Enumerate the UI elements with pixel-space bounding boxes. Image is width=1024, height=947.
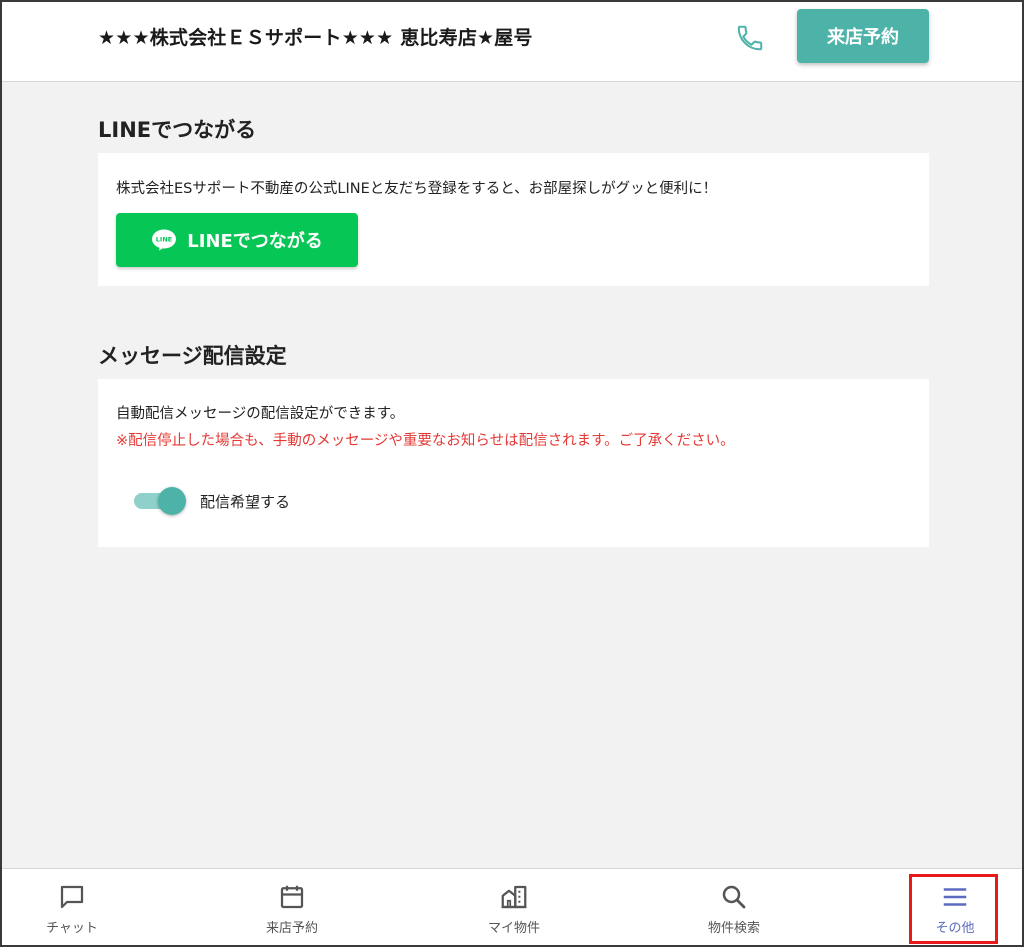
line-logo-icon: LINE xyxy=(151,229,177,251)
toggle-knob xyxy=(158,487,186,515)
chat-icon xyxy=(60,885,84,909)
message-section-title: メッセージ配信設定 xyxy=(98,344,287,368)
nav-item-other[interactable]: その他 xyxy=(895,869,1015,945)
toggle-label: 配信希望する xyxy=(200,493,291,511)
message-description: 自動配信メッセージの配信設定ができます。 xyxy=(116,406,405,422)
message-warning: ※配信停止した場合も、手動のメッセージや重要なお知らせは配信されます。ご了承くだ… xyxy=(116,433,735,449)
bottom-nav: チャット 来店予約 マイ物件 物件検索 その他 xyxy=(2,868,1022,945)
delivery-toggle[interactable] xyxy=(132,487,188,515)
line-card: 株式会社ESサポート不動産の公式LINEと友だち登録をすると、お部屋探しがグッと… xyxy=(98,153,929,286)
nav-label-reservation: 来店予約 xyxy=(265,921,318,936)
header-bar: ★★★株式会社ＥＳサポート★★★ 恵比寿店★屋号 来店予約 xyxy=(2,2,1022,82)
phone-icon xyxy=(737,25,763,51)
line-connect-label: LINEでつながる xyxy=(187,231,323,252)
nav-item-chat[interactable]: チャット xyxy=(12,869,132,945)
nav-item-my-property[interactable]: マイ物件 xyxy=(454,869,574,945)
visit-reservation-button[interactable]: 来店予約 xyxy=(797,9,929,63)
shop-name: ★★★株式会社ＥＳサポート★★★ 恵比寿店★屋号 xyxy=(98,27,533,49)
nav-label-my-property: マイ物件 xyxy=(487,921,540,936)
line-section-title: LINEでつながる xyxy=(98,118,257,142)
line-connect-button[interactable]: LINE LINEでつながる xyxy=(116,213,358,267)
svg-text:LINE: LINE xyxy=(156,236,172,244)
nav-label-search: 物件検索 xyxy=(707,921,760,936)
phone-button[interactable] xyxy=(732,20,768,56)
line-description: 株式会社ESサポート不動産の公式LINEと友だち登録をすると、お部屋探しがグッと… xyxy=(116,181,718,197)
building-icon xyxy=(501,885,527,909)
menu-icon xyxy=(943,888,967,906)
nav-item-search[interactable]: 物件検索 xyxy=(674,869,794,945)
message-card: 自動配信メッセージの配信設定ができます。 ※配信停止した場合も、手動のメッセージ… xyxy=(98,379,929,547)
search-icon xyxy=(722,885,746,909)
nav-label-other: その他 xyxy=(935,921,975,936)
calendar-icon xyxy=(280,885,304,909)
app-frame: ★★★株式会社ＥＳサポート★★★ 恵比寿店★屋号 来店予約 LINEでつながる … xyxy=(0,0,1024,947)
nav-item-reservation[interactable]: 来店予約 xyxy=(232,869,352,945)
nav-label-chat: チャット xyxy=(46,921,98,936)
